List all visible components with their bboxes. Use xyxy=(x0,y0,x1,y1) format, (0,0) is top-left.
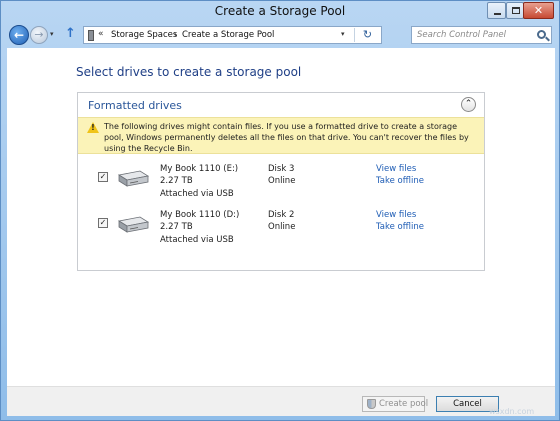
breadcrumb-separator-icon[interactable]: › xyxy=(174,30,177,39)
search-input[interactable]: Search Control Panel xyxy=(411,26,552,44)
take-offline-link[interactable]: Take offline xyxy=(376,222,424,232)
forward-button[interactable]: → xyxy=(30,26,48,44)
warning-mark: ! xyxy=(91,123,95,132)
checkmark-icon: ✓ xyxy=(99,172,107,181)
search-placeholder: Search Control Panel xyxy=(417,30,507,40)
drive-checkbox[interactable]: ✓ xyxy=(98,218,108,228)
breadcrumb-create-storage-pool[interactable]: Create a Storage Pool xyxy=(182,30,274,40)
drive-status: Online xyxy=(268,222,296,232)
page-title: Select drives to create a storage pool xyxy=(76,65,302,79)
minimize-button[interactable] xyxy=(487,2,506,19)
drive-row: ✓ My Book 1110 (E:) 2.27 TB Attached via… xyxy=(78,164,484,204)
back-button[interactable]: ← xyxy=(9,25,29,45)
close-button[interactable]: ✕ xyxy=(523,2,554,19)
hard-drive-icon xyxy=(117,216,150,233)
window-title: Create a Storage Pool xyxy=(214,4,346,18)
warning-text: The following drives might contain files… xyxy=(104,122,469,153)
forward-arrow-icon: → xyxy=(34,28,44,41)
minimize-icon xyxy=(494,13,501,15)
drive-size: 2.27 TB xyxy=(160,222,193,232)
maximize-button[interactable] xyxy=(506,2,524,19)
recent-locations-icon[interactable]: ▾ xyxy=(50,30,54,38)
address-dropdown-icon[interactable]: ▾ xyxy=(341,30,345,38)
view-files-link[interactable]: View files xyxy=(376,164,416,174)
title-bar: Create a Storage Pool ✕ xyxy=(1,1,559,23)
watermark: wsxdn.com xyxy=(489,407,535,416)
drive-disk-number: Disk 2 xyxy=(268,210,295,220)
main-content: Select drives to create a storage pool F… xyxy=(7,48,555,386)
drive-disk-number: Disk 3 xyxy=(268,164,295,174)
control-panel-icon xyxy=(88,30,94,41)
address-bar[interactable]: « Storage Spaces › Create a Storage Pool… xyxy=(83,26,382,44)
refresh-icon[interactable]: ↻ xyxy=(354,28,380,42)
chevron-up-icon: ⌃ xyxy=(464,99,473,109)
create-pool-label: Create pool xyxy=(379,399,429,409)
window: Create a Storage Pool ✕ ← → ▾ ↑ « Storag… xyxy=(0,0,560,421)
navigation-bar: ← → ▾ ↑ « Storage Spaces › Create a Stor… xyxy=(1,23,559,47)
drive-row: ✓ My Book 1110 (D:) 2.27 TB Attached via… xyxy=(78,210,484,250)
hard-drive-icon xyxy=(117,170,150,187)
create-pool-button[interactable]: Create pool xyxy=(362,396,429,412)
warning-banner: ! The following drives might contain fil… xyxy=(78,117,484,154)
view-files-link[interactable]: View files xyxy=(376,210,416,220)
maximize-icon xyxy=(512,7,520,14)
drive-name: My Book 1110 (E:) xyxy=(160,164,239,174)
breadcrumb-storage-spaces[interactable]: Storage Spaces xyxy=(111,30,177,40)
take-offline-link[interactable]: Take offline xyxy=(376,176,424,186)
group-header: Formatted drives ⌃ xyxy=(78,93,484,117)
up-arrow-icon[interactable]: ↑ xyxy=(65,26,76,41)
drive-status: Online xyxy=(268,176,296,186)
collapse-button[interactable]: ⌃ xyxy=(461,97,476,112)
shield-icon xyxy=(367,399,376,409)
group-title: Formatted drives xyxy=(88,99,182,112)
footer-bar: Create pool Cancel xyxy=(7,386,555,416)
breadcrumb-overflow-icon[interactable]: « xyxy=(98,29,104,39)
close-icon: ✕ xyxy=(533,4,544,17)
search-icon[interactable] xyxy=(537,30,546,39)
drive-size: 2.27 TB xyxy=(160,176,193,186)
drive-connection: Attached via USB xyxy=(160,189,234,199)
drive-checkbox[interactable]: ✓ xyxy=(98,172,108,182)
back-arrow-icon: ← xyxy=(13,28,25,42)
formatted-drives-group: Formatted drives ⌃ ! The following drive… xyxy=(77,92,485,271)
drive-connection: Attached via USB xyxy=(160,235,234,245)
drive-name: My Book 1110 (D:) xyxy=(160,210,240,220)
checkmark-icon: ✓ xyxy=(99,218,107,227)
